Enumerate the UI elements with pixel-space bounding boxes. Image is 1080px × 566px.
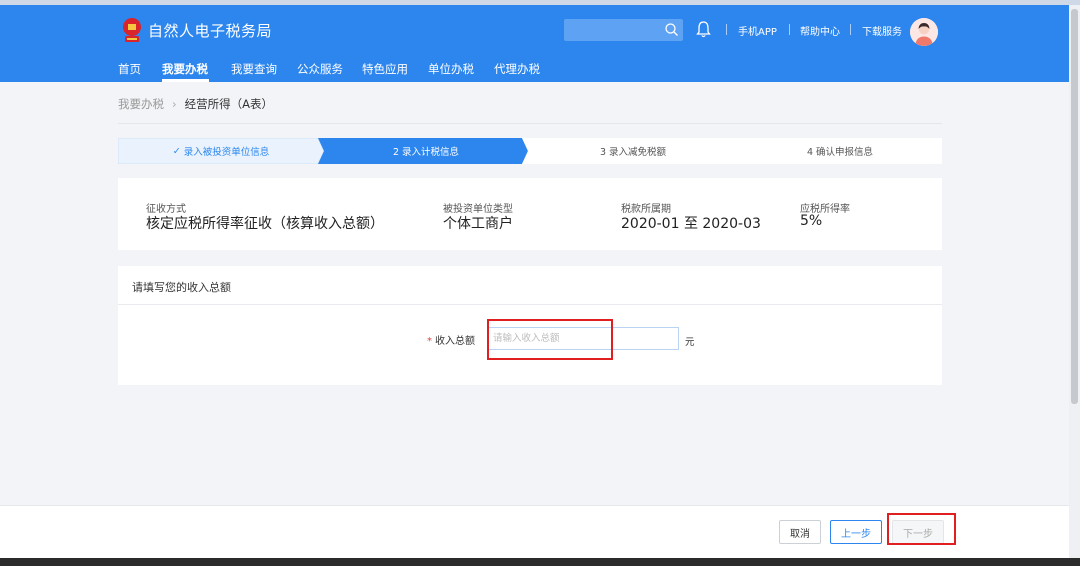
income-total-label: * 收入总额 xyxy=(427,332,475,347)
user-avatar[interactable] xyxy=(910,18,938,46)
search-icon[interactable] xyxy=(664,22,679,37)
step-2: 2 录入计税信息 xyxy=(392,147,460,158)
cancel-button[interactable]: 取消 xyxy=(779,520,821,544)
bell-icon[interactable] xyxy=(695,20,712,38)
header-separator xyxy=(789,24,790,35)
avatar-icon xyxy=(910,18,938,46)
breadcrumb-parent[interactable]: 我要办税 xyxy=(118,97,164,111)
declaration-info-card: 征收方式 核定应税所得率征收（核算收入总额） 被投资单位类型 个体工商户 税款所… xyxy=(118,178,942,250)
income-section-title: 请填写您的收入总额 xyxy=(132,281,231,294)
nav-unit-tax[interactable]: 单位办税 xyxy=(428,61,474,77)
help-center-link[interactable]: 帮助中心 xyxy=(800,23,840,38)
levy-method-value: 核定应税所得率征收（核算收入总额） xyxy=(146,216,384,232)
nav-tax-handling[interactable]: 我要办税 xyxy=(162,61,208,77)
income-divider xyxy=(118,304,942,305)
highlight-box-input xyxy=(487,319,613,360)
mobile-app-link[interactable]: 手机APP xyxy=(738,23,777,38)
nav-home[interactable]: 首页 xyxy=(118,61,141,77)
unit-type-value: 个体工商户 xyxy=(443,216,513,232)
header-separator xyxy=(850,24,851,35)
nav-query[interactable]: 我要查询 xyxy=(231,61,277,77)
breadcrumb-current: 经营所得（A表） xyxy=(184,97,273,111)
header-separator xyxy=(726,24,727,35)
previous-step-button[interactable]: 上一步 xyxy=(830,520,882,544)
tax-period-value: 2020-01 至 2020-03 xyxy=(621,216,761,232)
nav-featured-apps[interactable]: 特色应用 xyxy=(362,61,408,77)
nav-active-indicator xyxy=(162,79,209,82)
tax-emblem-icon xyxy=(123,18,141,42)
step-1-label: 录入被投资单位信息 xyxy=(183,147,270,158)
taskbar-strip xyxy=(0,558,1080,566)
search-box[interactable] xyxy=(564,19,683,41)
breadcrumb: 我要办税 › 经营所得（A表） xyxy=(118,96,273,112)
income-unit: 元 xyxy=(685,337,695,348)
brand-title: 自然人电子税务局 xyxy=(148,22,273,40)
nav-agent-tax[interactable]: 代理办税 xyxy=(494,61,540,77)
check-icon: ✓ xyxy=(172,145,181,157)
step-1: ✓ 录入被投资单位信息 xyxy=(118,138,324,164)
required-mark: * xyxy=(427,336,432,347)
download-service-link[interactable]: 下载服务 xyxy=(862,23,902,38)
step-4: 4 确认申报信息 xyxy=(806,147,874,158)
step-progress: ✓ 录入被投资单位信息 2 录入计税信息 3 录入减免税额 4 确认申报信息 xyxy=(118,138,942,164)
step-3: 3 录入减免税额 xyxy=(599,147,667,158)
top-header: 自然人电子税务局 手机APP 帮助中心 下载服务 首页 我要办税 我要查询 公众… xyxy=(0,5,1069,82)
breadcrumb-separator-icon: › xyxy=(172,97,177,111)
scrollbar-thumb[interactable] xyxy=(1071,9,1078,404)
income-total-label-text: 收入总额 xyxy=(435,336,475,347)
highlight-box-next xyxy=(887,513,956,545)
taxable-rate-value: 5% xyxy=(800,213,823,229)
nav-public-service[interactable]: 公众服务 xyxy=(297,61,343,77)
vertical-scrollbar[interactable] xyxy=(1069,5,1080,558)
breadcrumb-divider xyxy=(118,123,942,124)
